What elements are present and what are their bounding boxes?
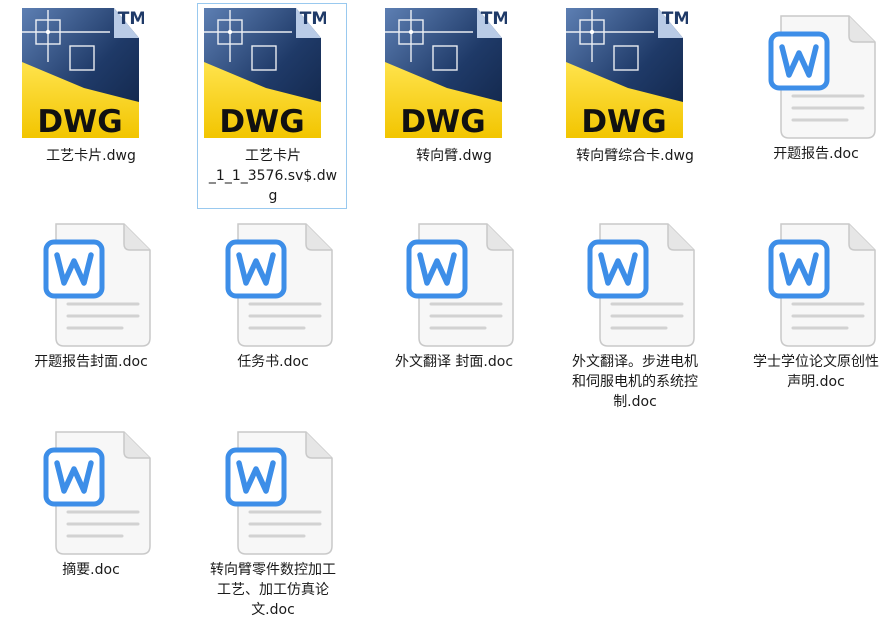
word-document-icon [570, 214, 700, 354]
file-name-label: 学士学位论文原创性 声明.doc [753, 354, 879, 390]
file-item[interactable]: 外文翻译 封面.doc [378, 211, 528, 376]
dwg-label: DWG [581, 104, 666, 138]
file-name-label: 开题报告封面.doc [34, 354, 148, 370]
word-document-icon [26, 214, 156, 354]
trademark-mark: TM [662, 9, 688, 29]
file-name-label: 转向臂.dwg [416, 148, 492, 164]
file-name-label: 任务书.doc [237, 354, 309, 370]
file-name-label: 开题报告.doc [773, 146, 859, 162]
file-name-label: 外文翻译 封面.doc [394, 354, 514, 370]
word-document-icon [208, 214, 338, 354]
word-document-icon [26, 422, 156, 562]
file-name-label: 转向臂零件数控加工 工艺、加工仿真论 文.doc [210, 562, 336, 618]
trademark-mark: TM [118, 9, 144, 29]
file-item[interactable]: 开题报告.doc [740, 3, 889, 168]
file-name-label: 工艺卡片 _1_1_3576.sv$.dw g [208, 148, 338, 204]
file-item[interactable]: DWG TM 转向臂综合卡.dwg [559, 3, 709, 168]
file-item[interactable]: 转向臂零件数控加工 工艺、加工仿真论 文.doc [197, 419, 347, 624]
file-item[interactable]: DWG TM 工艺卡片 _1_1_3576.sv$.dw g [197, 3, 347, 209]
file-name-label: 转向臂综合卡.dwg [576, 148, 694, 164]
word-document-icon [751, 214, 881, 354]
dwg-label: DWG [37, 104, 122, 138]
file-item[interactable]: DWG TM 工艺卡片.dwg [15, 3, 165, 168]
dwg-file-icon: DWG TM [558, 0, 688, 138]
dwg-file-icon: DWG TM [196, 0, 326, 138]
word-document-icon [389, 214, 519, 354]
dwg-file-icon: DWG TM [14, 0, 144, 138]
file-item[interactable]: DWG TM 转向臂.dwg [378, 3, 528, 168]
dwg-label: DWG [219, 104, 304, 138]
file-name-label: 工艺卡片.dwg [46, 148, 136, 164]
file-item[interactable]: 外文翻译。步进电机 和伺服电机的系统控 制.doc [559, 211, 709, 416]
trademark-mark: TM [300, 9, 326, 29]
file-item[interactable]: 摘要.doc [15, 419, 165, 584]
file-name-label: 摘要.doc [62, 562, 120, 578]
dwg-file-icon: DWG TM [377, 0, 507, 138]
file-item[interactable]: 学士学位论文原创性 声明.doc [740, 211, 889, 396]
trademark-mark: TM [481, 9, 507, 29]
file-name-label: 外文翻译。步进电机 和伺服电机的系统控 制.doc [572, 354, 698, 410]
dwg-label: DWG [400, 104, 485, 138]
file-item[interactable]: 开题报告封面.doc [15, 211, 165, 376]
file-item[interactable]: 任务书.doc [197, 211, 347, 376]
word-document-icon [208, 422, 338, 562]
word-document-icon [751, 6, 881, 146]
